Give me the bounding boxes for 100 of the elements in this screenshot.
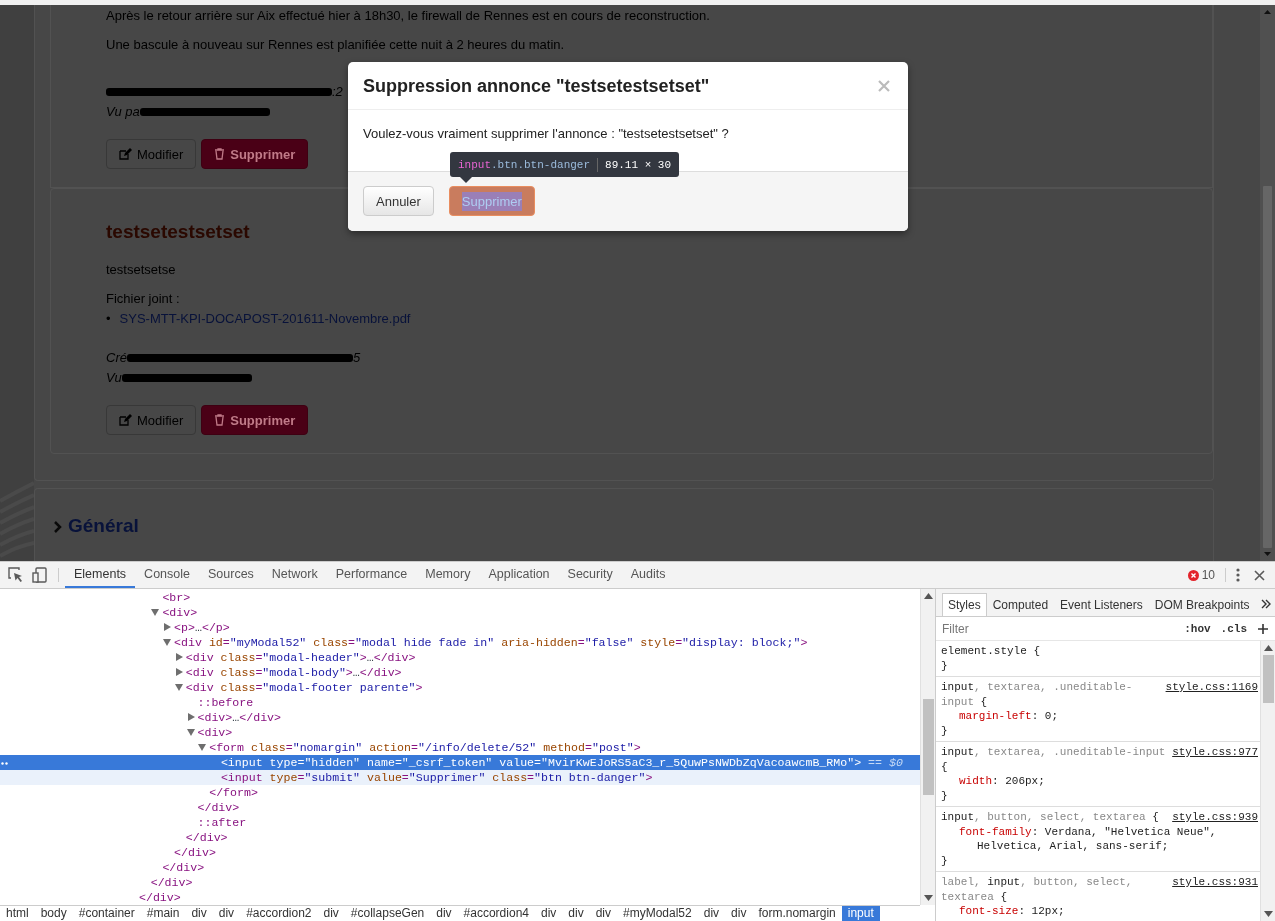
collapse-icon[interactable] — [163, 638, 172, 646]
expand-icon[interactable] — [174, 668, 183, 676]
styles-tab[interactable]: Event Listeners — [1054, 592, 1149, 616]
scroll-up-icon[interactable] — [923, 593, 933, 599]
source-link[interactable]: style.css:931 — [1172, 875, 1258, 904]
breadcrumb-item[interactable]: #collapseGen — [344, 906, 431, 921]
post-text: testsetsetse — [106, 261, 177, 279]
css-selector: input, textarea, .uneditable-input { — [941, 745, 1167, 774]
author-text: Vu pa — [106, 103, 140, 121]
dom-node-line[interactable]: <div>…</div> — [197, 710, 281, 725]
breadcrumb-item[interactable]: #accordion4 — [457, 906, 535, 921]
delete-button[interactable]: Supprimer — [201, 405, 309, 435]
style-toggle-button[interactable]: :hov — [1184, 622, 1211, 635]
trash-icon — [214, 414, 226, 426]
author-text: Cré — [106, 349, 127, 367]
scroll-down-icon[interactable] — [923, 895, 933, 901]
dom-node-line[interactable]: <br> — [162, 590, 191, 605]
dom-closing-tag: </div> — [197, 800, 240, 815]
css-property[interactable]: width: 206px; — [941, 774, 1258, 789]
devtools-tab[interactable]: Application — [479, 562, 559, 588]
author-text: :2 — [332, 83, 343, 101]
css-property[interactable]: font-family: Verdana, "Helvetica Neue", Helvetica, Arial, sans-serif; — [941, 824, 1258, 854]
devtools-tab[interactable]: Audits — [621, 562, 675, 588]
dom-node-line[interactable]: <p>…</p> — [174, 620, 230, 635]
styles-tab[interactable]: Computed — [986, 592, 1055, 616]
dom-node-line[interactable]: <div> — [197, 725, 233, 740]
style-toggle-button[interactable]: .cls — [1220, 622, 1247, 635]
author-text: Vu — [106, 369, 122, 387]
breadcrumb-item[interactable]: input — [841, 906, 880, 921]
devtools-tab[interactable]: Elements — [65, 562, 136, 588]
more-icon[interactable] — [1, 762, 9, 765]
closing-brace: } — [941, 853, 949, 868]
page-scrollbar[interactable] — [1260, 5, 1275, 561]
dom-node-line[interactable]: <input type="hidden" name="_csrf_token" value="MvirKwEJoRS5aC3_r_5QuwPsNWDbZqVacoawcmB_RMo"> — [220, 755, 862, 770]
more-tabs-icon[interactable] — [1261, 599, 1271, 609]
breadcrumb-item[interactable]: #container — [72, 906, 141, 921]
dom-node-line[interactable]: ::before — [197, 695, 254, 710]
source-link[interactable]: style.css:1169 — [1165, 680, 1258, 709]
dialog-message: Voulez-vous vraiment supprimer l'annonce : "testsetestsetset" ? — [363, 126, 729, 141]
source-link[interactable]: style.css:939 — [1172, 810, 1258, 825]
breadcrumb-item[interactable]: form.nomargin — [752, 906, 842, 921]
dom-node-line[interactable]: <div class="modal-header">…</div> — [185, 650, 416, 665]
expand-icon[interactable] — [186, 713, 195, 721]
styles-scrollbar[interactable] — [1260, 641, 1275, 921]
css-selector: input, button, select, textarea { — [941, 810, 1160, 825]
post-text: Après le retour arrière sur Aix effectué hier à 18h30, le firewall de Rennes est en cours de reconstruction. — [106, 7, 711, 25]
breadcrumb-item[interactable]: html — [0, 906, 35, 921]
css-property[interactable]: font-size: 12px; — [941, 904, 1258, 919]
devtools-tab[interactable]: Network — [262, 562, 327, 588]
breadcrumb-item[interactable]: div — [589, 906, 617, 921]
breadcrumb-item[interactable]: div — [725, 906, 753, 921]
styles-tab[interactable]: Styles — [942, 592, 987, 616]
dom-node-line[interactable]: <div class="modal-body">…</div> — [185, 665, 402, 680]
breadcrumb-item[interactable]: div — [535, 906, 563, 921]
post-title: testsetestsetset — [106, 220, 251, 244]
devtools-tab[interactable]: Performance — [326, 562, 417, 588]
dom-node-line[interactable]: <div> — [162, 605, 198, 620]
source-link[interactable]: style.css:977 — [1172, 745, 1258, 774]
devtools-tab[interactable]: Sources — [199, 562, 263, 588]
breadcrumb-item[interactable]: div — [562, 906, 590, 921]
breadcrumb-item[interactable]: div — [430, 906, 458, 921]
dom-node-line[interactable]: ::after — [197, 815, 247, 830]
breadcrumb-item[interactable]: div — [697, 906, 726, 921]
css-property[interactable]: margin-left: 0; — [941, 709, 1258, 724]
add-icon[interactable] — [1257, 622, 1269, 635]
devtools-tab[interactable]: Memory — [416, 562, 480, 588]
collapse-icon[interactable] — [174, 683, 183, 691]
expand-icon[interactable] — [174, 653, 183, 661]
elements-scrollbar[interactable] — [920, 589, 935, 905]
dom-node-line[interactable]: <div class="modal-footer parente"> — [185, 680, 423, 695]
styles-tab[interactable]: DOM Breakpoints — [1148, 592, 1256, 616]
breadcrumb-item[interactable]: body — [34, 906, 73, 921]
breadcrumb-item[interactable]: div — [185, 906, 213, 921]
collapse-icon[interactable] — [151, 608, 160, 616]
breadcrumb-item[interactable]: div — [317, 906, 345, 921]
breadcrumb-item[interactable]: #accordion2 — [240, 906, 318, 921]
breadcrumb-item[interactable]: #main — [140, 906, 186, 921]
expand-icon[interactable] — [163, 623, 172, 631]
breadcrumb-item[interactable]: div — [212, 906, 241, 921]
filter-field[interactable]: Filter — [940, 620, 1175, 637]
dom-node-line[interactable]: <div id="myModal52" class="modal hide fade in" aria-hidden="false" style="display: block;"> — [174, 635, 808, 650]
dom-node-line[interactable]: <form class="nomargin" action="/info/delete/52" method="post"> — [209, 740, 641, 755]
breadcrumb-item[interactable]: #myModal52 — [617, 906, 698, 921]
cancel-button[interactable]: Annuler — [363, 186, 434, 216]
error-count[interactable]: 10 — [1201, 568, 1215, 582]
devtools-tab[interactable]: Console — [135, 562, 199, 588]
css-selector: element.style { — [941, 644, 1042, 659]
delete-button[interactable]: Supprimer — [201, 139, 309, 169]
devtools-tab[interactable]: Security — [558, 562, 622, 588]
css-selector: label, input, button, select, textarea { — [941, 875, 1134, 904]
collapse-icon[interactable] — [186, 728, 195, 736]
scroll-thumb[interactable] — [1262, 655, 1274, 703]
scroll-thumb[interactable] — [922, 699, 934, 795]
attachments-label: Fichier joint : — [106, 290, 181, 308]
closing-brace: } — [941, 723, 949, 738]
collapse-icon[interactable] — [198, 743, 207, 751]
dom-closing-tag: </div> — [150, 875, 193, 890]
scroll-up-icon[interactable] — [1263, 645, 1273, 651]
scroll-down-icon[interactable] — [1263, 911, 1273, 917]
selected-node-marker: == $0 — [868, 755, 903, 770]
